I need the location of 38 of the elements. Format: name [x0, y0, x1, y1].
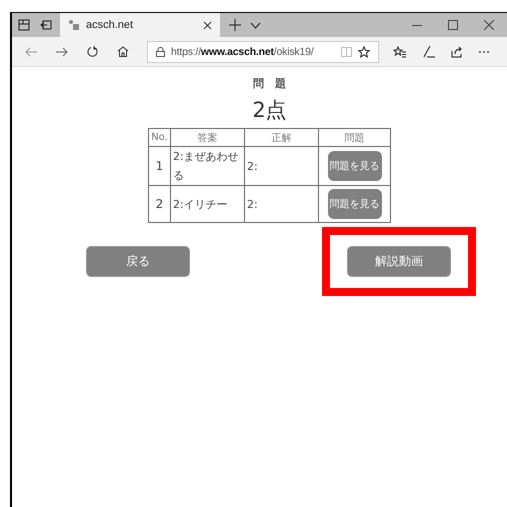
star-icon[interactable] — [358, 46, 370, 58]
pen-icon[interactable] — [422, 45, 435, 58]
column-header: 問題 — [318, 128, 390, 146]
view-question-button[interactable]: 問題を見る — [328, 151, 382, 181]
column-header: 答案 — [170, 128, 244, 146]
tab-back-icon[interactable] — [40, 19, 52, 31]
column-header: 正解 — [244, 128, 318, 146]
table-cell: 2: — [244, 186, 318, 222]
site-icon — [68, 19, 80, 31]
close-icon[interactable] — [203, 20, 212, 30]
new-tab-icon[interactable] — [229, 19, 241, 31]
table-cell: 1 — [148, 146, 170, 186]
table-cell: 2:まぜあわせる — [170, 146, 244, 186]
view-question-button[interactable]: 問題を見る — [328, 189, 382, 219]
chevron-down-icon[interactable] — [250, 22, 261, 28]
back-icon[interactable] — [25, 46, 37, 56]
home-icon[interactable] — [117, 46, 129, 57]
lock-icon — [156, 46, 165, 56]
maximize-icon[interactable] — [448, 20, 458, 30]
url-text: https://www.acsch.net/okisk19/ — [171, 46, 314, 58]
minimize-icon[interactable] — [412, 24, 422, 26]
video-button[interactable]: 解説動画 — [347, 246, 451, 277]
page-heading: 問 題 — [253, 76, 286, 91]
close-icon[interactable] — [484, 20, 494, 30]
table-cell: 2: — [244, 146, 318, 186]
address-bar[interactable]: https://www.acsch.net/okisk19/ — [147, 40, 379, 62]
tabs-icon[interactable] — [18, 19, 30, 31]
column-header: No. — [148, 128, 170, 146]
score-text: 2点 — [252, 97, 287, 124]
table-cell: 2:イリチー — [170, 186, 244, 222]
back-button[interactable]: 戻る — [86, 246, 190, 277]
refresh-icon[interactable] — [87, 46, 98, 57]
share-icon[interactable] — [451, 46, 463, 58]
browser-tab[interactable]: acsch.net — [60, 13, 220, 37]
table-cell: 2 — [148, 186, 170, 222]
forward-icon[interactable] — [56, 46, 68, 56]
tab-title: acsch.net — [86, 19, 134, 31]
favorites-icon[interactable] — [393, 46, 406, 58]
